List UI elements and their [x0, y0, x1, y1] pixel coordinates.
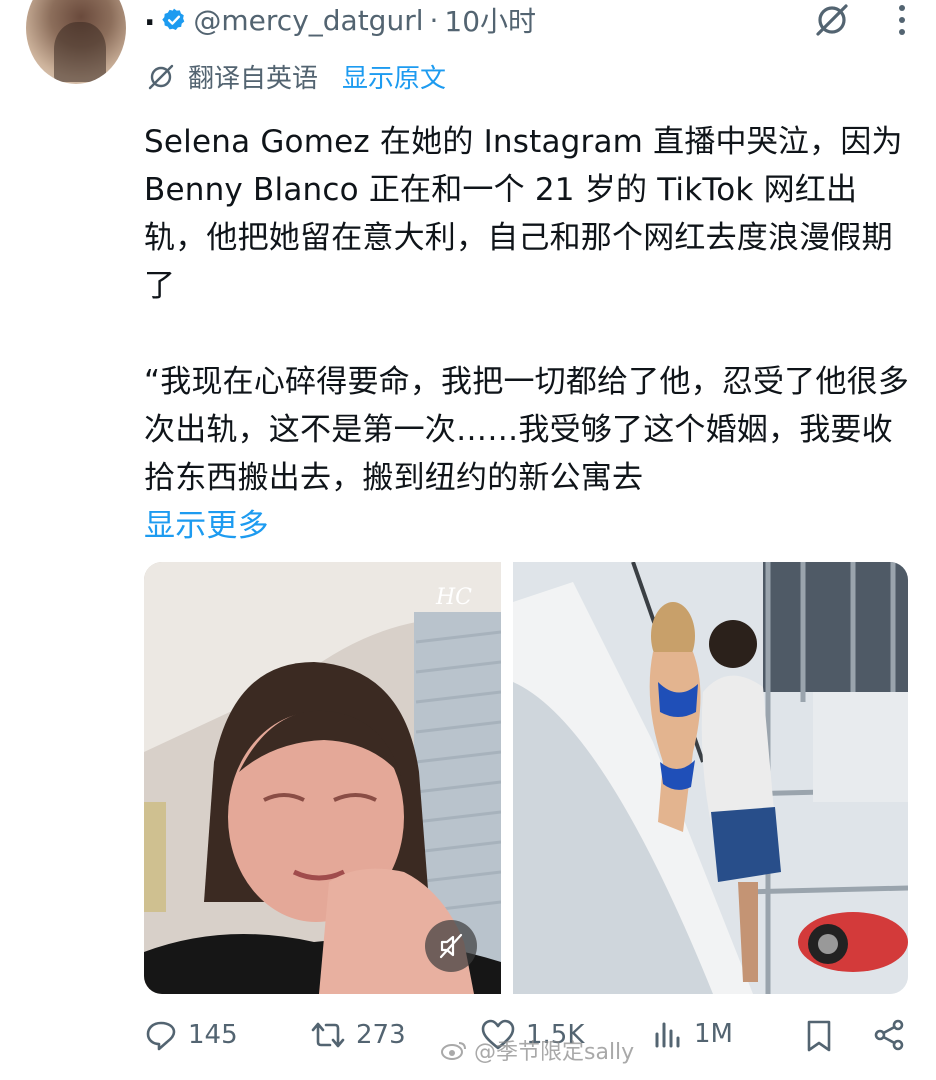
translation-label: 翻译自英语 [188, 64, 319, 94]
share-icon [874, 1019, 904, 1051]
video-watermark: HC [435, 585, 472, 610]
avatar[interactable] [26, 0, 126, 84]
show-original-link[interactable]: 显示原文 [342, 58, 446, 95]
weibo-logo-icon [441, 1042, 466, 1060]
watermark-text: @季节限定sally [474, 1040, 635, 1065]
retweet-button[interactable]: 273 [310, 1018, 406, 1052]
speaker-muted-icon [439, 933, 463, 959]
share-button[interactable] [872, 1018, 906, 1052]
header-separator: · [429, 3, 439, 37]
media-video-crying-woman[interactable]: HC [144, 562, 501, 994]
bookmark-button[interactable] [804, 1018, 834, 1054]
photo-illustration [513, 562, 908, 994]
retweet-icon [311, 1022, 345, 1048]
more-options-icon[interactable] [896, 2, 908, 38]
bookmark-icon [807, 1020, 831, 1052]
reply-button[interactable]: 145 [144, 1018, 238, 1052]
header-actions [812, 0, 908, 40]
analytics-icon [655, 1022, 680, 1048]
reply-icon [146, 1021, 176, 1051]
grok-icon[interactable] [812, 0, 852, 40]
tweet-paragraph-2: “我现在心碎得要命，我把一切都给了他，忍受了他很多次出轨，这不是第一次……我受够… [144, 364, 910, 496]
translate-icon [148, 64, 174, 89]
verified-badge-icon [162, 8, 185, 30]
views-button[interactable]: 1M [652, 1018, 733, 1050]
tweet-header: . @mercy_datgurl · 10小时 [144, 0, 536, 40]
mute-button[interactable] [425, 920, 477, 972]
media-photo-yacht-couple[interactable] [513, 562, 908, 994]
translation-bar: 翻译自英语 显示原文 [146, 58, 446, 95]
tweet-paragraph-1: Selena Gomez 在她的 Instagram 直播中哭泣，因为 Benn… [144, 124, 903, 304]
show-more-link[interactable]: 显示更多 [144, 502, 914, 550]
tweet-text: Selena Gomez 在她的 Instagram 直播中哭泣，因为 Benn… [144, 118, 914, 550]
retweet-count: 273 [356, 1020, 406, 1050]
user-handle[interactable]: @mercy_datgurl [193, 4, 423, 37]
reply-count: 145 [188, 1020, 238, 1050]
media-grid: HC [144, 562, 908, 994]
weibo-watermark: @季节限定sally [440, 1034, 634, 1066]
display-name[interactable]: . [144, 1, 155, 31]
views-count: 1M [694, 1019, 733, 1049]
timestamp[interactable]: 10小时 [444, 0, 536, 40]
